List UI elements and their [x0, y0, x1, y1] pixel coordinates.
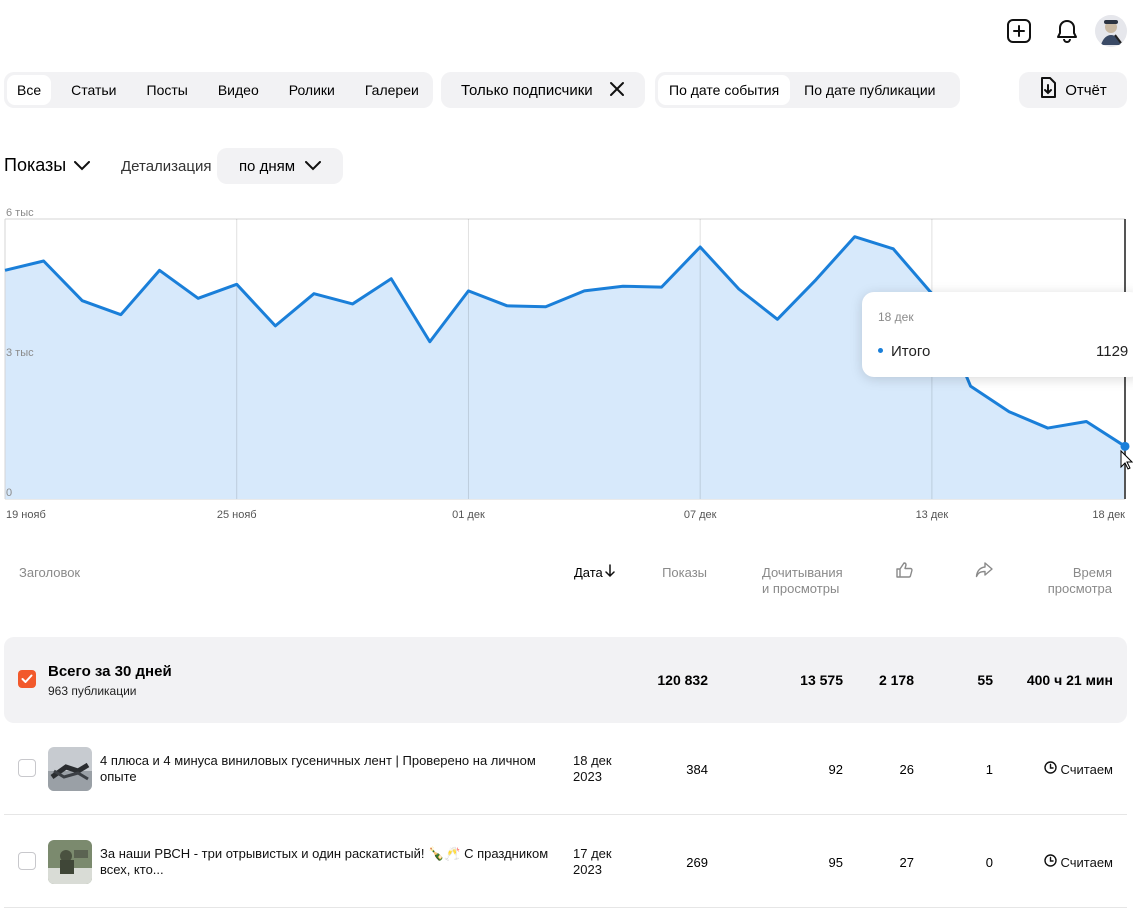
row-date-day: 17 дек [573, 846, 612, 861]
close-icon[interactable] [609, 81, 625, 100]
header-time-line2: просмотра [1047, 581, 1112, 596]
chart-tooltip: 18 дек Итого 1129 [862, 292, 1133, 377]
create-icon[interactable] [1004, 16, 1034, 46]
tooltip-series: Итого [891, 343, 931, 360]
header-views[interactable]: Показы [640, 565, 707, 581]
select-all-checkbox[interactable] [18, 670, 36, 688]
date-mode-publication[interactable]: По дате публикации [794, 75, 945, 105]
y-tick-label: 3 тыс [6, 347, 34, 359]
row-checkbox[interactable] [18, 852, 36, 870]
report-button[interactable]: Отчёт [1019, 72, 1127, 108]
x-tick-label: 07 дек [684, 509, 717, 521]
chart-point [1120, 441, 1130, 451]
header-reads-line1: Дочитывания [762, 565, 843, 580]
thumbnail-image[interactable] [48, 747, 92, 791]
row-view-time-label: Считаем [1060, 761, 1113, 777]
row-likes: 27 [899, 855, 914, 870]
x-tick-label: 25 нояб [217, 509, 257, 521]
row-title[interactable]: За наши РВСН - три отрывистых и один рас… [100, 846, 550, 878]
date-mode-event[interactable]: По дате события [658, 75, 791, 105]
header-title[interactable]: Заголовок [19, 565, 80, 581]
row-date-year: 2023 [573, 862, 602, 877]
y-tick-label: 6 тыс [6, 207, 34, 219]
row-reads: 92 [828, 762, 843, 777]
row-checkbox[interactable] [18, 759, 36, 777]
row-views: 384 [686, 762, 708, 777]
avatar[interactable] [1095, 15, 1127, 47]
summary-view-time: 400 ч 21 мин [1026, 672, 1113, 688]
summary-reads: 13 575 [800, 672, 843, 688]
row-reads: 95 [828, 855, 843, 870]
detail-select-value: по дням [238, 157, 296, 175]
summary-likes: 2 178 [878, 672, 914, 688]
filter-videos[interactable]: Видео [208, 75, 269, 105]
arrow-down-icon [605, 564, 615, 582]
thumbnail-image[interactable] [48, 840, 92, 884]
row-view-time: Считаем [1043, 854, 1113, 870]
chevron-down-icon [305, 158, 322, 175]
row-date-day: 18 дек [573, 753, 612, 768]
report-button-label: Отчёт [1065, 81, 1107, 99]
filter-galleries[interactable]: Галереи [355, 75, 429, 105]
row-shares: 1 [985, 762, 993, 777]
summary-subtitle: 963 публикации [48, 684, 137, 698]
summary-views: 120 832 [657, 672, 708, 688]
chevron-down-icon [74, 155, 91, 176]
row-date: 17 дек 2023 [573, 846, 612, 878]
tooltip-series-dot [878, 348, 883, 353]
tooltip-date: 18 дек [878, 310, 914, 324]
filter-shorts[interactable]: Ролики [279, 75, 345, 105]
thumb-up-icon[interactable] [895, 561, 913, 583]
clock-icon [1043, 761, 1057, 777]
tooltip-value: 1129 [1096, 343, 1129, 360]
row-date: 18 дек 2023 [573, 753, 612, 785]
bell-icon[interactable] [1052, 16, 1082, 46]
clock-icon [1043, 854, 1057, 870]
row-date-year: 2023 [573, 769, 602, 784]
x-tick-label: 18 дек [1092, 509, 1125, 521]
row-view-time-label: Считаем [1060, 854, 1113, 870]
report-file-icon [1039, 77, 1057, 103]
x-tick-label: 13 дек [916, 509, 949, 521]
row-shares: 0 [985, 855, 993, 870]
views-chart[interactable]: 6 тыс 3 тыс 0 19 нояб 25 нояб 01 дек 07 дек 13 … [0, 200, 1133, 530]
x-tick-label: 19 нояб [6, 509, 46, 521]
row-views: 269 [686, 855, 708, 870]
header-date-label: Дата [574, 565, 603, 580]
summary-title: Всего за 30 дней [48, 663, 172, 680]
filter-posts[interactable]: Посты [137, 75, 198, 105]
date-mode-toggle: По дате события По дате публикации [655, 72, 960, 108]
content-type-filter: Все Статьи Посты Видео Ролики Галереи [4, 72, 433, 108]
header-reads[interactable]: Дочитывания и просмотры [762, 565, 843, 597]
header-view-time[interactable]: Время просмотра [1012, 565, 1112, 597]
metric-select-label: Показы [4, 155, 67, 175]
header-date[interactable]: Дата [574, 564, 615, 582]
table-row[interactable]: За наши РВСН - три отрывистых и один рас… [4, 816, 1127, 908]
metric-select[interactable]: Показы [4, 155, 91, 176]
y-tick-label: 0 [6, 487, 12, 499]
header-time-line1: Время [1072, 565, 1112, 580]
summary-shares: 55 [977, 672, 993, 688]
x-tick-label: 01 дек [452, 509, 485, 521]
table-row[interactable]: 4 плюса и 4 минуса виниловых гусеничных … [4, 723, 1127, 815]
subscribers-chip[interactable]: Только подписчики [441, 72, 645, 108]
detail-select[interactable]: по дням [217, 148, 343, 184]
detail-label: Детализация [121, 158, 212, 175]
share-icon[interactable] [975, 561, 993, 583]
filter-all[interactable]: Все [7, 75, 52, 105]
row-likes: 26 [899, 762, 914, 777]
header-reads-line2: и просмотры [762, 581, 840, 596]
filter-articles[interactable]: Статьи [61, 75, 126, 105]
row-view-time: Считаем [1043, 761, 1113, 777]
subscribers-chip-label: Только подписчики [461, 81, 593, 99]
row-title[interactable]: 4 плюса и 4 минуса виниловых гусеничных … [100, 753, 550, 785]
summary-row: Всего за 30 дней 963 публикации 120 832 … [4, 637, 1127, 723]
